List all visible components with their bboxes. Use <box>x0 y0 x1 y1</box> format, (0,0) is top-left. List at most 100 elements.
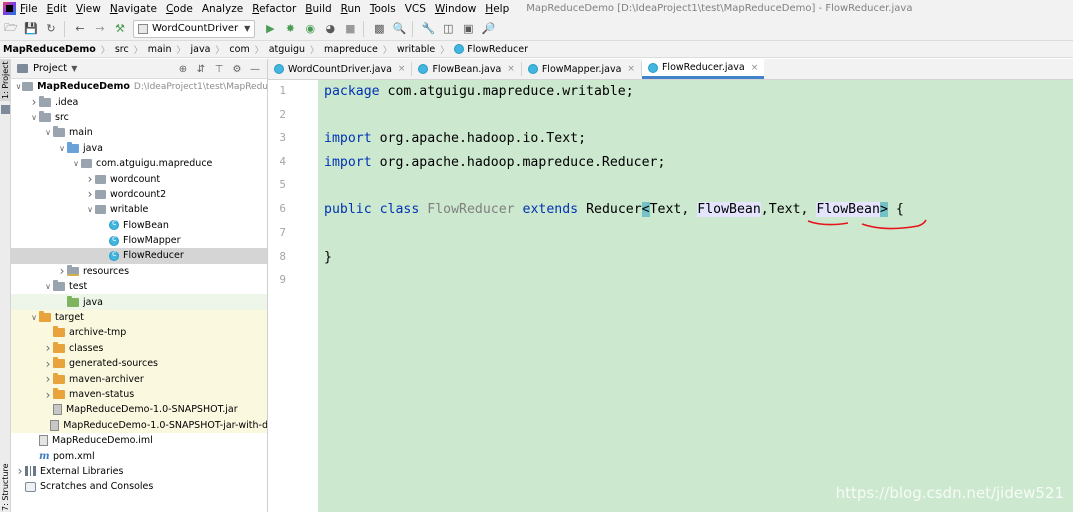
menu-item-help[interactable]: Help <box>485 3 509 15</box>
tree-item[interactable]: › wordcount2 <box>11 187 267 202</box>
settings-wrench-icon[interactable]: 🔧 <box>419 20 437 38</box>
project-tool-tab[interactable]: 1: Project <box>0 59 11 101</box>
tree-item[interactable]: Scratches and Consoles <box>11 479 267 494</box>
tree-item[interactable]: FlowBean <box>11 218 267 233</box>
tree-item[interactable]: › maven-status <box>11 386 267 403</box>
forward-arrow-icon[interactable]: → <box>91 20 109 38</box>
chevron-down-icon[interactable]: ∨ <box>85 205 95 214</box>
tree-item[interactable]: ∨ main <box>11 125 267 140</box>
gear-icon[interactable]: ⚙ <box>228 62 246 76</box>
chevron-down-icon[interactable]: ∨ <box>29 313 39 322</box>
breadcrumb-item[interactable]: main <box>148 44 172 55</box>
synchronize-icon[interactable]: ↻ <box>42 20 60 38</box>
hide-minus-icon[interactable]: — <box>246 62 264 76</box>
menu-item-build[interactable]: Build <box>305 3 331 15</box>
menu-item-view[interactable]: View <box>76 3 101 15</box>
menu-item-refactor[interactable]: Refactor <box>252 3 296 15</box>
editor-tab[interactable]: FlowMapper.java × <box>522 59 641 79</box>
menu-item-analyze[interactable]: Analyze <box>202 3 243 15</box>
tree-item[interactable]: FlowReducer <box>11 248 267 264</box>
breadcrumb-item[interactable]: java <box>191 44 211 55</box>
tree-item[interactable]: › generated-sources <box>11 356 267 372</box>
find-icon[interactable]: 🔎 <box>479 20 497 38</box>
chevron-right-icon[interactable]: › <box>43 341 53 355</box>
editor-tab[interactable]: FlowBean.java × <box>412 59 520 79</box>
locate-target-icon[interactable]: ⊕ <box>174 62 192 76</box>
structure-tool-label[interactable]: 7: Structure <box>1 463 10 511</box>
breadcrumb-item[interactable]: mapreduce <box>324 44 378 55</box>
chevron-down-icon[interactable]: ∨ <box>15 82 22 91</box>
structure-tool-icon[interactable] <box>1 105 10 114</box>
chevron-right-icon[interactable]: › <box>57 264 67 278</box>
stop-icon[interactable]: ■ <box>341 20 359 38</box>
menu-item-edit[interactable]: Edit <box>47 3 67 15</box>
presentation-icon[interactable]: ▣ <box>459 20 477 38</box>
project-structure-icon[interactable]: ▩ <box>370 20 388 38</box>
chevron-right-icon[interactable]: › <box>29 95 39 109</box>
tree-item[interactable]: FlowMapper <box>11 233 267 248</box>
breadcrumb-item[interactable]: com <box>229 44 249 55</box>
run-icon[interactable]: ▶ <box>261 20 279 38</box>
open-folder-icon[interactable]: 🗁 <box>2 20 20 38</box>
tree-item[interactable]: ∨ MapReduceDemo D:\IdeaProject1\test\MapRe… <box>11 79 267 94</box>
code-line-8[interactable]: } <box>324 248 332 268</box>
tree-item[interactable]: MapReduceDemo-1.0-SNAPSHOT-jar-with-d <box>11 417 267 433</box>
menu-item-window[interactable]: Window <box>435 3 476 15</box>
debug-bug-icon[interactable]: ✸ <box>281 20 299 38</box>
run-configuration-dropdown[interactable]: WordCountDriver ▼ <box>133 19 256 38</box>
tree-item[interactable]: › wordcount <box>11 171 267 186</box>
build-hammer-icon[interactable]: ⚒ <box>111 20 129 38</box>
sdk-manager-icon[interactable]: ◫ <box>439 20 457 38</box>
tree-item[interactable]: MapReduceDemo.iml <box>11 433 267 448</box>
tree-item[interactable]: › External Libraries <box>11 464 267 479</box>
menu-item-tools[interactable]: Tools <box>370 3 396 15</box>
chevron-down-icon[interactable]: ∨ <box>71 159 81 168</box>
menu-item-code[interactable]: Code <box>166 3 193 15</box>
tree-item[interactable]: › resources <box>11 264 267 279</box>
breadcrumb-item[interactable]: FlowReducer <box>454 44 528 55</box>
tree-item[interactable]: ∨ com.atguigu.mapreduce <box>11 156 267 171</box>
tree-item[interactable]: › .idea <box>11 94 267 109</box>
tree-item[interactable]: ∨ src <box>11 110 267 125</box>
editor-tab[interactable]: WordCountDriver.java × <box>268 59 411 79</box>
save-all-icon[interactable]: 💾 <box>22 20 40 38</box>
code-editor[interactable]: package com.atguigu.mapreduce.writable; … <box>318 80 1073 512</box>
chevron-down-icon[interactable]: ∨ <box>43 282 53 291</box>
close-icon[interactable]: × <box>751 63 759 73</box>
back-arrow-icon[interactable]: ← <box>71 20 89 38</box>
tree-item[interactable]: › maven-archiver <box>11 371 267 387</box>
menu-item-vcs[interactable]: VCS <box>405 3 426 15</box>
chevron-right-icon[interactable]: › <box>85 187 95 201</box>
close-icon[interactable]: × <box>398 64 406 74</box>
breadcrumb-item[interactable]: MapReduceDemo <box>3 44 96 55</box>
expand-all-icon[interactable]: ⇵ <box>192 62 210 76</box>
code-line-6[interactable]: public class FlowReducer extends Reducer… <box>324 200 904 220</box>
tree-item[interactable]: java <box>11 294 267 310</box>
menu-item-file[interactable]: File <box>20 3 38 15</box>
code-line-1[interactable]: package com.atguigu.mapreduce.writable; <box>324 82 634 102</box>
tree-item[interactable]: ∨ writable <box>11 202 267 217</box>
chevron-down-icon[interactable]: ▼ <box>71 64 77 73</box>
tree-item[interactable]: ∨ java <box>11 141 267 156</box>
menu-item-run[interactable]: Run <box>341 3 361 15</box>
tree-item[interactable]: ∨ test <box>11 279 267 294</box>
code-line-3[interactable]: import org.apache.hadoop.io.Text; <box>324 129 586 149</box>
chevron-right-icon[interactable]: › <box>85 172 95 186</box>
chevron-right-icon[interactable]: › <box>43 372 53 386</box>
breadcrumb-item[interactable]: src <box>115 44 129 55</box>
tree-item[interactable]: archive-tmp <box>11 325 267 341</box>
collapse-all-icon[interactable]: ⊤ <box>210 62 228 76</box>
chevron-down-icon[interactable]: ∨ <box>29 113 39 122</box>
close-icon[interactable]: × <box>507 64 515 74</box>
tree-item[interactable]: › classes <box>11 340 267 357</box>
chevron-right-icon[interactable]: › <box>43 357 53 371</box>
project-panel-title[interactable]: Project <box>33 63 67 74</box>
close-icon[interactable]: × <box>627 64 635 74</box>
tree-item[interactable]: m pom.xml <box>11 448 267 463</box>
chevron-right-icon[interactable]: › <box>15 464 25 478</box>
menu-item-navigate[interactable]: Navigate <box>110 3 157 15</box>
tree-item[interactable]: ∨ target <box>11 309 267 326</box>
chevron-down-icon[interactable]: ∨ <box>43 128 53 137</box>
profile-icon[interactable]: ◕ <box>321 20 339 38</box>
run-with-coverage-icon[interactable]: ◉ <box>301 20 319 38</box>
